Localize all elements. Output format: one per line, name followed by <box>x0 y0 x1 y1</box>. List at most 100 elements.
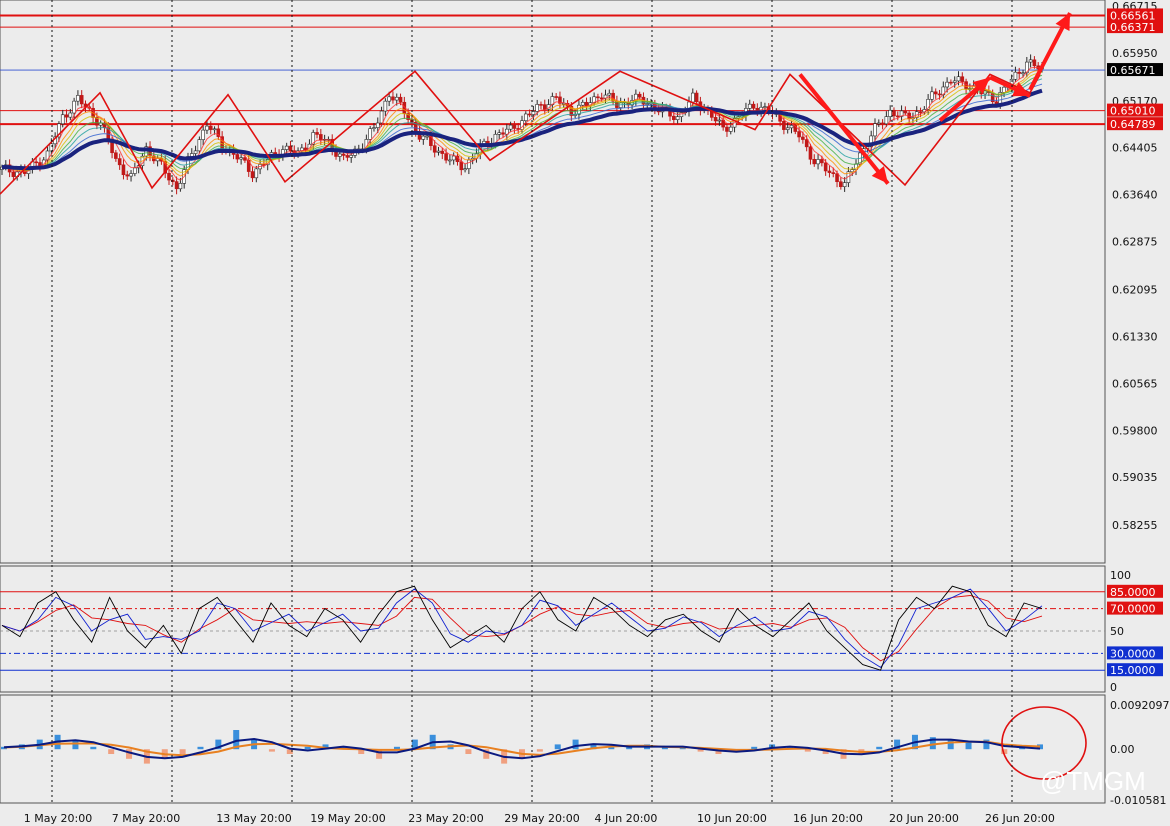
macd-histogram-bar <box>804 749 811 752</box>
candle-body <box>888 109 892 117</box>
x-tick-label: 16 Jun 20:00 <box>793 812 863 825</box>
candle-body <box>839 181 843 187</box>
candle-body <box>880 122 885 125</box>
level-label: 0.64789 <box>1110 118 1156 131</box>
x-tick-label: 19 May 20:00 <box>310 812 385 825</box>
x-tick-label: 26 Jun 20:00 <box>985 812 1055 825</box>
candle-body <box>747 103 752 109</box>
candle-body <box>508 124 513 130</box>
macd-histogram-bar <box>108 749 115 755</box>
candle-body <box>918 111 923 113</box>
candle-body <box>121 164 126 176</box>
price-tick-label: 0.59035 <box>1112 471 1158 484</box>
candle-body <box>691 92 695 103</box>
candle-body <box>797 131 801 138</box>
stoch-tick-label: 100 <box>1110 569 1131 582</box>
candle-body <box>315 132 319 135</box>
candle-body <box>341 153 346 156</box>
candle-body <box>383 100 388 112</box>
macd-histogram-bar <box>876 746 883 750</box>
price-tick-label: 0.62095 <box>1112 283 1158 296</box>
candle-body <box>527 113 532 116</box>
candle-body <box>949 81 953 84</box>
candle-body <box>895 115 900 118</box>
macd-histogram-bar <box>554 744 561 750</box>
level-label: 0.66371 <box>1110 21 1156 34</box>
stochastic-panel: 100 50 0 85.0000 70.0000 30.0000 15.0000 <box>0 565 1163 694</box>
candle-body <box>375 122 380 128</box>
macd-histogram-bar <box>179 749 186 755</box>
stoch-level-label: 15.0000 <box>1110 664 1156 677</box>
candle-body <box>542 104 547 110</box>
candle-body <box>444 153 448 161</box>
candle-body <box>394 96 399 101</box>
candle-body <box>201 129 205 140</box>
price-tick-label: 0.59800 <box>1112 424 1158 437</box>
candle-body <box>11 171 16 177</box>
candle-body <box>820 159 824 164</box>
candle-body <box>801 136 805 140</box>
candle-body <box>212 128 217 131</box>
candle-body <box>425 135 429 138</box>
stoch-level-label: 30.0000 <box>1110 647 1156 660</box>
x-tick-label: 13 May 20:00 <box>216 812 291 825</box>
candle-body <box>125 174 130 177</box>
candle-body <box>250 171 255 179</box>
x-tick-label: 4 Jun 20:00 <box>595 812 658 825</box>
candle-body <box>808 146 813 160</box>
candle-body <box>391 96 395 101</box>
candle-body <box>903 110 908 114</box>
candle-body <box>523 113 528 121</box>
x-tick-label: 23 May 20:00 <box>408 812 483 825</box>
candle-body <box>34 161 38 164</box>
stoch-tick-label: 0 <box>1110 681 1117 694</box>
x-tick-label: 1 May 20:00 <box>24 812 92 825</box>
macd-tick-label: 0.00 <box>1110 743 1135 756</box>
macd-histogram-bar <box>572 739 579 750</box>
candle-body <box>580 101 585 106</box>
candle-body <box>372 127 376 129</box>
macd-histogram-bar <box>947 739 954 750</box>
candle-body <box>554 96 558 98</box>
macd-histogram-bar <box>268 749 275 752</box>
candle-body <box>284 145 289 150</box>
candle-body <box>117 158 122 166</box>
candle-body <box>512 124 517 129</box>
candle-body <box>79 95 84 105</box>
candle-body <box>694 92 699 103</box>
candle-body <box>956 76 961 82</box>
stoch-level-label: 85.0000 <box>1110 586 1156 599</box>
candle-body <box>884 116 889 125</box>
candle-body <box>76 95 80 102</box>
candle-body <box>933 91 938 95</box>
candle-body <box>467 159 471 169</box>
candle-body <box>197 139 202 152</box>
price-tick-label: 0.61330 <box>1112 330 1158 343</box>
current-price-label: 0.65671 <box>1110 64 1156 77</box>
candle-body <box>174 181 179 190</box>
candle-body <box>49 143 54 152</box>
candle-body <box>398 96 403 103</box>
macd-panel: 0.00920970.00-0.010581 <box>0 694 1170 807</box>
candle-body <box>114 152 118 159</box>
price-tick-label: 0.65950 <box>1112 47 1158 60</box>
candle-body <box>193 150 198 154</box>
candle-body <box>235 154 240 160</box>
candle-body <box>994 101 999 105</box>
candle-body <box>816 159 820 165</box>
candle-body <box>842 182 847 187</box>
chart: 0.667150.659500.651700.644050.636400.628… <box>0 0 1170 825</box>
candle-body <box>831 172 836 174</box>
candle-body <box>208 125 213 130</box>
x-tick-label: 29 May 20:00 <box>504 812 579 825</box>
panel-frame <box>0 694 1106 804</box>
candle-body <box>717 119 722 122</box>
panel-frame <box>0 0 1106 564</box>
candle-body <box>892 109 896 117</box>
candle-body <box>1021 72 1025 75</box>
candle-body <box>763 106 767 108</box>
candle-body <box>436 150 441 153</box>
candle-body <box>789 125 794 129</box>
candle-body <box>728 126 733 132</box>
candle-body <box>535 104 539 112</box>
